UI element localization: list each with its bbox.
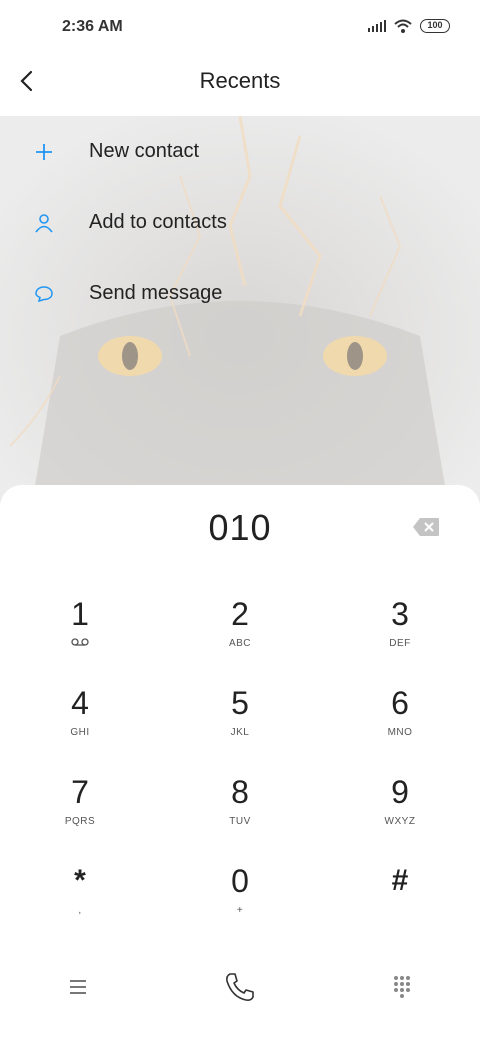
key-letters: , xyxy=(78,905,82,916)
wifi-icon xyxy=(394,19,412,33)
backspace-icon xyxy=(413,518,439,536)
key-6[interactable]: 6 MNO xyxy=(320,669,480,758)
status-bar: 2:36 AM 100 xyxy=(0,0,480,56)
plus-icon xyxy=(32,140,56,164)
key-digit: 8 xyxy=(231,774,249,810)
key-letters: PQRS xyxy=(64,816,96,827)
action-list: New contact Add to contacts Send message xyxy=(0,116,480,329)
new-contact-item[interactable]: New contact xyxy=(0,116,480,187)
key-0[interactable]: 0 + xyxy=(160,847,320,936)
battery-icon: 100 xyxy=(420,19,450,33)
add-to-contacts-label: Add to contacts xyxy=(89,211,227,233)
key-digit: 7 xyxy=(71,774,89,810)
voicemail-icon xyxy=(0,638,160,649)
phone-icon xyxy=(226,973,254,1001)
dialed-number: 010 xyxy=(208,507,272,548)
key-5[interactable]: 5 JKL xyxy=(160,669,320,758)
keypad-row: 1 2 ABC 3 DEF xyxy=(0,580,480,669)
keypad: 1 2 ABC 3 DEF 4 GHI 5 JKL 6 MNO 7 PQRS 8… xyxy=(0,580,480,936)
key-hash[interactable]: # xyxy=(320,847,480,936)
key-9[interactable]: 9 WXYZ xyxy=(320,758,480,847)
key-letters: JKL xyxy=(230,727,250,738)
dialer-sheet: 010 1 2 ABC 3 DEF 4 GHI 5 JKL 6 MNO 7 PQ… xyxy=(0,485,480,1040)
key-digit: 2 xyxy=(231,596,249,632)
key-star[interactable]: * , xyxy=(0,847,160,936)
dialpad-toggle-button[interactable] xyxy=(382,969,422,1005)
dialpad-icon xyxy=(394,976,410,998)
chat-bubble-icon xyxy=(32,282,56,306)
new-contact-label: New contact xyxy=(89,140,200,162)
send-message-label: Send message xyxy=(89,282,223,304)
hamburger-menu-icon xyxy=(70,980,86,994)
key-digit: # xyxy=(391,864,409,897)
key-letters: + xyxy=(236,905,244,916)
call-button[interactable] xyxy=(220,969,260,1005)
keypad-row: 4 GHI 5 JKL 6 MNO xyxy=(0,669,480,758)
dialer-bottom-bar xyxy=(0,957,480,1017)
keypad-row: * , 0 + # xyxy=(0,847,480,936)
key-digit: 5 xyxy=(231,685,249,721)
key-letters: MNO xyxy=(387,727,413,738)
key-letters: ABC xyxy=(228,638,252,649)
send-message-item[interactable]: Send message xyxy=(0,258,480,329)
key-3[interactable]: 3 DEF xyxy=(320,580,480,669)
key-digit: 9 xyxy=(391,774,409,810)
signal-icon xyxy=(368,20,386,32)
add-to-contacts-item[interactable]: Add to contacts xyxy=(0,187,480,258)
key-digit: 4 xyxy=(71,685,89,721)
status-time: 2:36 AM xyxy=(62,18,123,35)
key-8[interactable]: 8 TUV xyxy=(160,758,320,847)
person-icon xyxy=(32,211,56,235)
menu-button[interactable] xyxy=(58,969,98,1005)
key-letters: WXYZ xyxy=(384,816,416,827)
key-2[interactable]: 2 ABC xyxy=(160,580,320,669)
key-letters: GHI xyxy=(70,727,90,738)
key-digit: 0 xyxy=(231,863,249,899)
key-digit: * xyxy=(74,864,86,897)
header: Recents xyxy=(0,56,480,116)
key-digit: 1 xyxy=(71,596,89,632)
keypad-row: 7 PQRS 8 TUV 9 WXYZ xyxy=(0,758,480,847)
key-4[interactable]: 4 GHI xyxy=(0,669,160,758)
key-letters: DEF xyxy=(389,638,411,649)
key-digit: 3 xyxy=(391,596,409,632)
key-1[interactable]: 1 xyxy=(0,580,160,669)
key-7[interactable]: 7 PQRS xyxy=(0,758,160,847)
status-icons: 100 xyxy=(368,19,450,33)
backspace-button[interactable] xyxy=(412,517,440,537)
key-digit: 6 xyxy=(391,685,409,721)
key-letters: TUV xyxy=(229,816,251,827)
page-title: Recents xyxy=(199,68,281,93)
